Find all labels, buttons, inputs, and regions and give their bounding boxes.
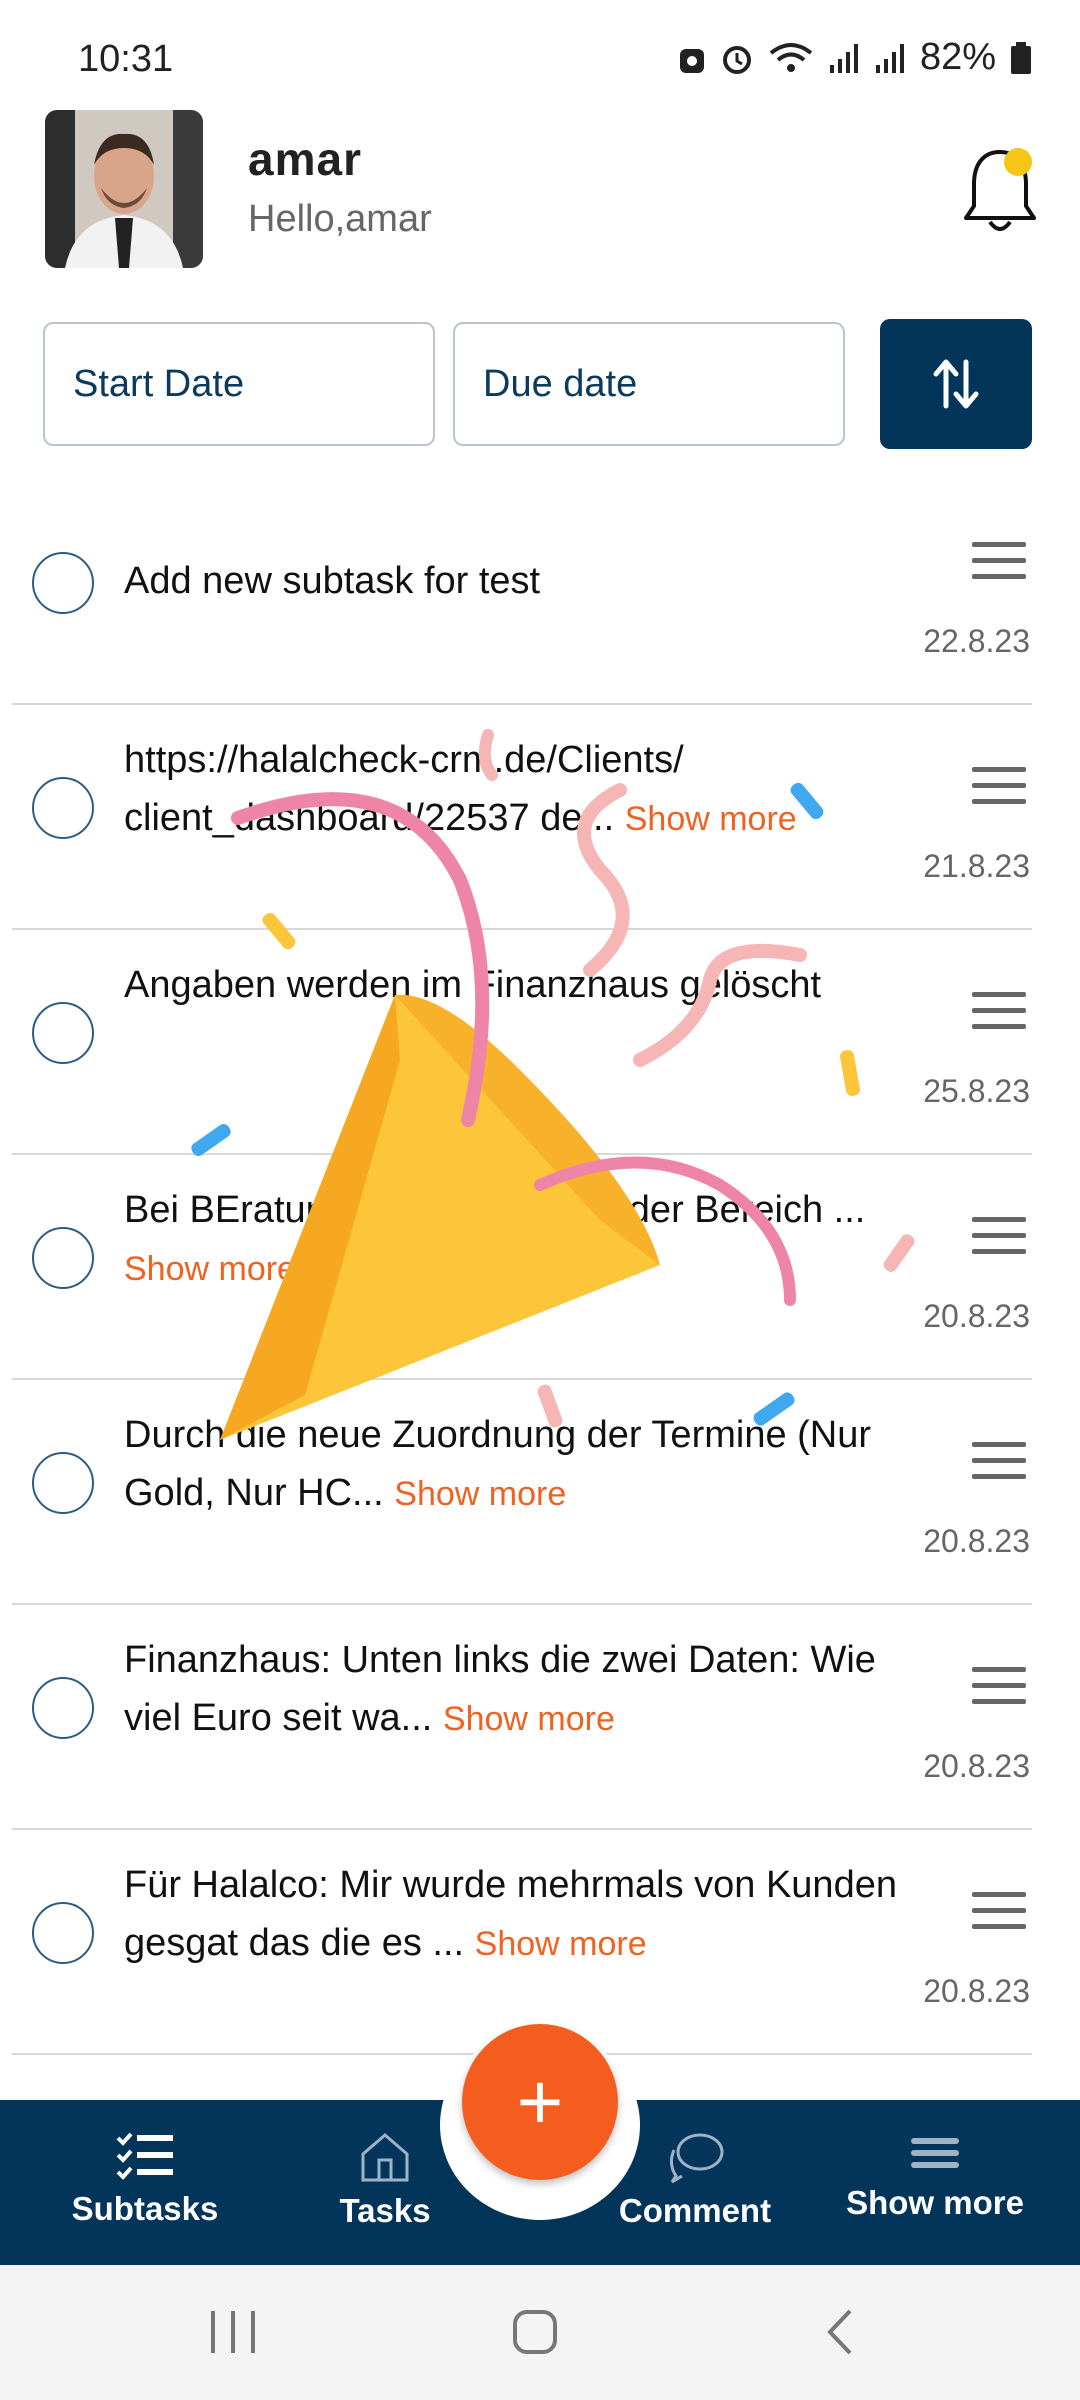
nav-tasks[interactable]: Tasks [320, 2130, 450, 2230]
task-date: 20.8.23 [923, 1748, 1030, 1784]
status-icons: 82% [678, 36, 1032, 79]
wifi-icon [769, 42, 813, 72]
task-text: Finanzhaus: Unten links die zwei Daten: … [124, 1639, 876, 1739]
task-date: 20.8.23 [923, 1973, 1030, 2009]
task-row[interactable]: Finanzhaus: Unten links die zwei Daten: … [12, 1605, 1032, 1830]
task-date: 20.8.23 [923, 1298, 1030, 1334]
task-date: 21.8.23 [923, 848, 1030, 884]
task-row[interactable]: Add new subtask for test 22.8.23 [12, 480, 1032, 705]
due-date-field[interactable]: Due date [453, 322, 845, 446]
nav-comment[interactable]: Comment [600, 2130, 790, 2230]
menu-icon [911, 2138, 959, 2168]
checklist-icon [116, 2132, 173, 2180]
signal-icon-2 [875, 43, 904, 73]
nav-comment-label: Comment [618, 2192, 772, 2229]
start-date-placeholder: Start Date [73, 362, 245, 405]
nav-subtasks-label: Subtasks [71, 2190, 219, 2227]
status-bar: 10:31 82% [0, 0, 1080, 100]
task-text: https://halalcheck-crm.de/Clients/ clien… [124, 739, 797, 839]
task-complete-radio[interactable] [32, 1002, 94, 1064]
task-list: Add new subtask for test 22.8.23 https:/… [0, 480, 1080, 2055]
start-date-field[interactable]: Start Date [43, 322, 435, 446]
status-time: 10:31 [78, 38, 174, 80]
drag-handle-icon[interactable] [972, 767, 1026, 807]
task-text: Durch die neue Zuordnung der Termine (Nu… [124, 1414, 872, 1514]
avatar[interactable] [45, 110, 203, 268]
task-text: Angaben werden im Finanzhaus gelöscht [124, 964, 822, 1006]
task-text: Für Halalco: Mir wurde mehrmals von Kund… [124, 1864, 897, 1964]
task-row[interactable]: Bei BEratung oder Rückruf ... der Bereic… [12, 1155, 1032, 1380]
nav-show-more[interactable]: Show more [830, 2130, 1040, 2222]
drag-handle-icon[interactable] [972, 1667, 1026, 1707]
alarm-icon [722, 45, 751, 74]
home-button-icon[interactable] [510, 2307, 560, 2357]
task-date: 25.8.23 [923, 1073, 1030, 1109]
task-date: 20.8.23 [923, 1523, 1030, 1559]
drag-handle-icon[interactable] [972, 542, 1026, 582]
vpn-icon [679, 48, 704, 73]
greeting-text: Hello,amar [248, 198, 432, 240]
drag-handle-icon[interactable] [972, 1892, 1026, 1932]
show-more-link[interactable]: Show more [394, 1475, 566, 1513]
task-text: Bei BEratung oder Rückruf ... der Bereic… [124, 1189, 866, 1288]
notification-bell-icon[interactable] [960, 140, 1040, 240]
task-row[interactable]: https://halalcheck-crm.de/Clients/ clien… [12, 705, 1032, 930]
back-icon[interactable] [820, 2307, 860, 2357]
show-more-link[interactable]: Show more [625, 800, 797, 838]
task-complete-radio[interactable] [32, 1902, 94, 1964]
show-more-link[interactable]: Show more [475, 1925, 647, 1963]
home-icon [361, 2133, 409, 2182]
task-row[interactable]: Durch die neue Zuordnung der Termine (Nu… [12, 1380, 1032, 1605]
task-row[interactable]: Für Halalco: Mir wurde mehrmals von Kund… [12, 1830, 1032, 2055]
add-subtask-fab[interactable]: + [462, 2024, 618, 2180]
task-complete-radio[interactable] [32, 1677, 94, 1739]
signal-icon [829, 43, 858, 73]
system-navigation-bar [0, 2265, 1080, 2400]
sort-button[interactable] [880, 319, 1032, 449]
due-date-placeholder: Due date [483, 362, 638, 405]
sort-arrows-icon [933, 359, 979, 409]
nav-tasks-label: Tasks [339, 2192, 431, 2229]
nav-subtasks[interactable]: Subtasks [70, 2130, 220, 2228]
task-complete-radio[interactable] [32, 552, 94, 614]
drag-handle-icon[interactable] [972, 1442, 1026, 1482]
comment-icon [669, 2133, 724, 2184]
show-more-link[interactable]: Show more [124, 1250, 296, 1288]
notification-dot [1004, 148, 1032, 176]
plus-icon: + [516, 2057, 564, 2146]
nav-show-more-label: Show more [846, 2184, 1024, 2221]
user-name: amar [248, 133, 362, 185]
task-complete-radio[interactable] [32, 1452, 94, 1514]
task-row[interactable]: Angaben werden im Finanzhaus gelöscht 25… [12, 930, 1032, 1155]
drag-handle-icon[interactable] [972, 992, 1026, 1032]
recent-apps-icon[interactable] [205, 2307, 261, 2357]
task-complete-radio[interactable] [32, 777, 94, 839]
drag-handle-icon[interactable] [972, 1217, 1026, 1257]
battery-icon [1011, 41, 1031, 74]
task-text: Add new subtask for test [124, 560, 541, 602]
battery-percent: 82% [919, 36, 996, 78]
task-complete-radio[interactable] [32, 1227, 94, 1289]
task-date: 22.8.23 [923, 623, 1030, 659]
show-more-link[interactable]: Show more [443, 1700, 615, 1738]
